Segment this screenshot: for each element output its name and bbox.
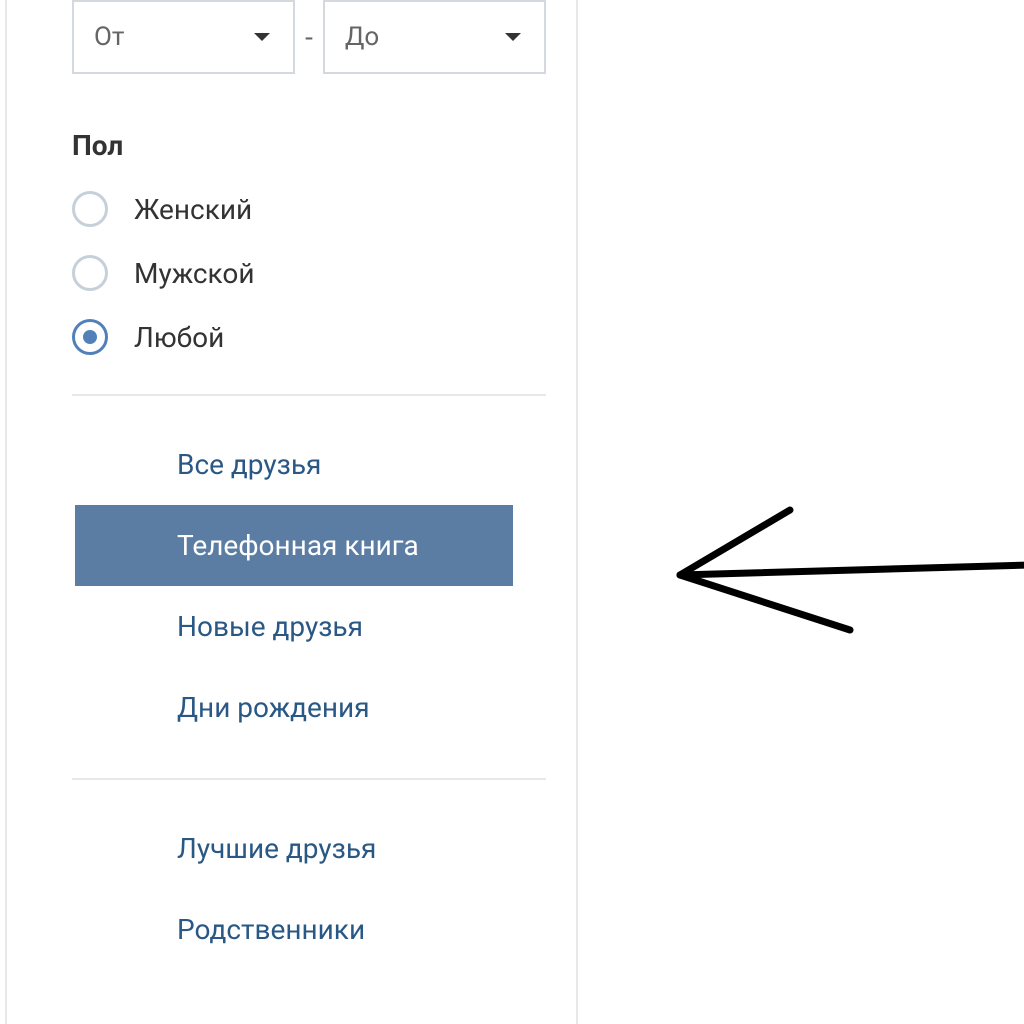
- nav-phone-book[interactable]: Телефонная книга: [75, 505, 513, 586]
- section-divider: [72, 778, 546, 780]
- arrow-left-annotation-icon: [670, 500, 1024, 664]
- age-to-dropdown[interactable]: До: [323, 0, 546, 74]
- radio-icon: [72, 319, 108, 355]
- age-range-row: От - До: [7, 0, 576, 74]
- age-from-label: От: [94, 22, 124, 52]
- age-from-dropdown[interactable]: От: [72, 0, 295, 74]
- radio-label: Женский: [134, 193, 252, 226]
- radio-icon: [72, 255, 108, 291]
- gender-section-label: Пол: [7, 129, 576, 162]
- age-to-label: До: [345, 22, 379, 52]
- gender-radio-female[interactable]: Женский: [72, 182, 546, 236]
- nav-best-friends[interactable]: Лучшие друзья: [75, 808, 513, 889]
- friends-groups-list: Лучшие друзья Родственники: [7, 808, 576, 970]
- nav-birthdays[interactable]: Дни рождения: [75, 667, 513, 748]
- filter-sidebar: От - До Пол Женский Мужской Любой В: [5, 0, 578, 1024]
- range-separator: -: [305, 21, 313, 54]
- caret-down-icon: [251, 30, 273, 44]
- radio-label: Мужской: [134, 257, 255, 290]
- nav-relatives[interactable]: Родственники: [75, 889, 513, 970]
- gender-radio-group: Женский Мужской Любой: [7, 182, 576, 364]
- radio-label: Любой: [134, 321, 224, 354]
- friends-nav-list: Все друзья Телефонная книга Новые друзья…: [7, 424, 576, 748]
- radio-icon: [72, 191, 108, 227]
- gender-radio-male[interactable]: Мужской: [72, 246, 546, 300]
- section-divider: [72, 394, 546, 396]
- nav-all-friends[interactable]: Все друзья: [75, 424, 513, 505]
- caret-down-icon: [502, 30, 524, 44]
- gender-radio-any[interactable]: Любой: [72, 310, 546, 364]
- nav-new-friends[interactable]: Новые друзья: [75, 586, 513, 667]
